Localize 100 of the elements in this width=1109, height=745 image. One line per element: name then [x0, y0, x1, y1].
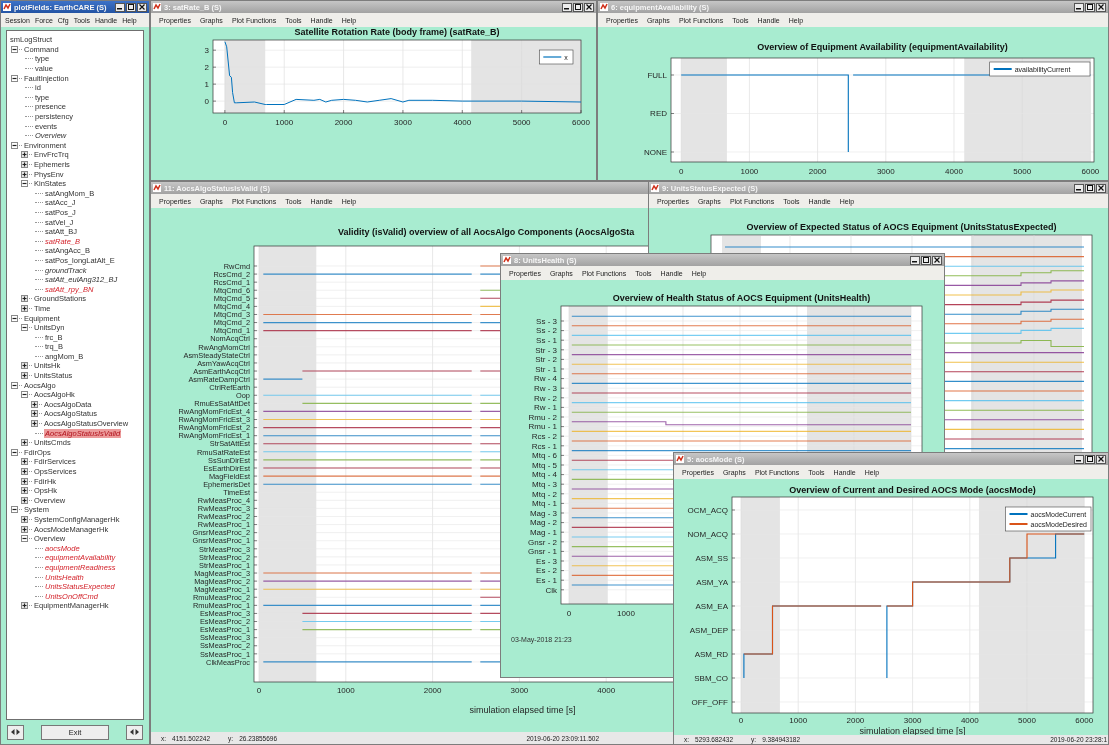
axis-tick-label: Rw - 2 — [533, 393, 557, 403]
close-button[interactable] — [584, 2, 594, 12]
close-button[interactable] — [1096, 2, 1106, 12]
expand-icon[interactable] — [21, 525, 28, 533]
axis-tick-label: Clk — [545, 585, 557, 595]
axis-tick-label: Mag - 1 — [529, 527, 557, 537]
chart-title: Overview of Expected Status of AOCS Equipment (UnitsStatusExpected) — [746, 222, 1057, 232]
maximize-icon — [923, 257, 929, 263]
expand-icon[interactable] — [21, 458, 28, 466]
expand-icon[interactable] — [31, 420, 38, 428]
app-icon — [651, 184, 659, 192]
expand-icon[interactable] — [21, 151, 28, 159]
close-icon — [1098, 185, 1104, 191]
axis-tick-label: Gnsr - 2 — [528, 537, 557, 547]
axis-tick-label: 6000 — [1075, 716, 1094, 725]
maximize-button[interactable] — [921, 255, 931, 265]
close-icon — [139, 4, 145, 10]
axis-tick-label: ASM_YA — [696, 577, 728, 587]
axis-tick-label: Ss - 1 — [536, 335, 557, 345]
axis-tick-label: 5000 — [1018, 716, 1036, 725]
collapse-icon[interactable] — [11, 74, 18, 82]
minimize-button[interactable] — [910, 255, 920, 265]
maximize-button[interactable] — [1085, 2, 1095, 12]
axis-tick-label: OFF_OFF — [691, 697, 728, 707]
minimize-button[interactable] — [1074, 2, 1084, 12]
axis-tick-label: Gnsr - 1 — [528, 547, 557, 557]
chart-title: Satellite Rotation Rate (body frame) (satRate_B) — [294, 27, 500, 37]
app-icon — [153, 184, 161, 192]
axis-tick-label: Rcs - 2 — [531, 431, 557, 441]
expand-icon[interactable] — [21, 602, 28, 610]
close-button[interactable] — [932, 255, 942, 265]
axis-tick-label: ASM_EA — [695, 601, 728, 611]
axis-tick-label: 1 — [204, 79, 209, 89]
app-icon — [153, 3, 161, 11]
expand-icon[interactable] — [21, 477, 28, 485]
collapse-icon[interactable] — [11, 506, 18, 514]
expand-icon[interactable] — [21, 161, 28, 168]
collapse-icon[interactable] — [11, 314, 18, 322]
axis-tick-label: Mtq - 1 — [532, 499, 557, 509]
expand-icon[interactable] — [31, 410, 38, 418]
axis-tick-label: Mtq - 2 — [532, 489, 557, 499]
minimize-button[interactable] — [1074, 454, 1084, 464]
axis-tick-label: Mtq - 4 — [532, 470, 557, 480]
axis-tick-label: 2000 — [846, 716, 865, 725]
expand-icon[interactable] — [21, 170, 28, 178]
axis-tick-label: 6000 — [1081, 167, 1100, 176]
expand-icon[interactable] — [21, 468, 28, 475]
close-button[interactable] — [137, 2, 147, 12]
expand-icon[interactable] — [21, 516, 28, 523]
expand-icon[interactable] — [21, 487, 28, 495]
axis-tick-label: 3000 — [510, 686, 529, 695]
axis-tick-label: Rmu - 1 — [528, 422, 557, 432]
axis-tick-label: 0 — [256, 686, 262, 695]
maximize-icon — [1087, 4, 1093, 10]
collapse-icon[interactable] — [21, 391, 28, 399]
collapse-icon[interactable] — [21, 535, 28, 543]
maximize-icon — [575, 4, 581, 10]
maximize-button[interactable] — [573, 2, 583, 12]
axis-tick-label: Rmu - 2 — [528, 412, 557, 422]
minimize-button[interactable] — [562, 2, 572, 12]
nav-button[interactable] — [126, 724, 143, 740]
expand-icon[interactable] — [21, 496, 28, 504]
maximize-icon — [1087, 456, 1093, 462]
expand-icon[interactable] — [31, 400, 38, 408]
close-button[interactable] — [1096, 183, 1106, 193]
axis-tick-label: ASM_DEP — [689, 625, 728, 635]
expand-icon[interactable] — [21, 295, 28, 303]
axis-tick-label: Mtq - 3 — [532, 479, 557, 489]
axis-tick-label: 1000 — [336, 686, 355, 695]
chart-title: Overview of Health Status of AOCS Equipment (UnitsHealth) — [612, 293, 871, 303]
nav-button[interactable] — [7, 724, 24, 740]
app-icon — [3, 3, 11, 11]
expand-icon[interactable] — [21, 439, 28, 447]
axis-tick-label: Rw - 1 — [533, 403, 557, 413]
chart-title: Validity (isValid) overview of all AocsAlgo Components (AocsAlgoSta — [338, 227, 635, 237]
axis-tick-label: 4000 — [960, 716, 979, 725]
minimize-button[interactable] — [115, 2, 125, 12]
collapse-icon[interactable] — [21, 180, 28, 188]
axis-tick-label: 0 — [566, 609, 572, 618]
axis-tick-label: 0 — [678, 167, 684, 176]
collapse-icon[interactable] — [21, 324, 28, 332]
maximize-button[interactable] — [1085, 183, 1095, 193]
minimize-button[interactable] — [1074, 183, 1084, 193]
collapse-icon[interactable] — [11, 141, 18, 149]
collapse-icon[interactable] — [11, 448, 18, 456]
expand-icon[interactable] — [21, 362, 28, 370]
collapse-icon[interactable] — [11, 381, 18, 389]
axis-tick-label: 3000 — [394, 118, 412, 127]
axis-tick-label: Mag - 2 — [529, 518, 557, 528]
maximize-button[interactable] — [126, 2, 136, 12]
collapse-icon[interactable] — [11, 45, 18, 53]
maximize-button[interactable] — [1085, 454, 1095, 464]
expand-icon[interactable] — [21, 304, 28, 312]
axis-tick-label: 1000 — [617, 609, 635, 618]
expand-icon[interactable] — [21, 372, 28, 380]
axis-tick-label: 6000 — [572, 118, 590, 127]
axis-tick-label: Es - 3 — [536, 556, 557, 566]
app-icon — [676, 455, 684, 463]
axis-tick-label: 4000 — [945, 167, 963, 176]
close-button[interactable] — [1096, 454, 1106, 464]
